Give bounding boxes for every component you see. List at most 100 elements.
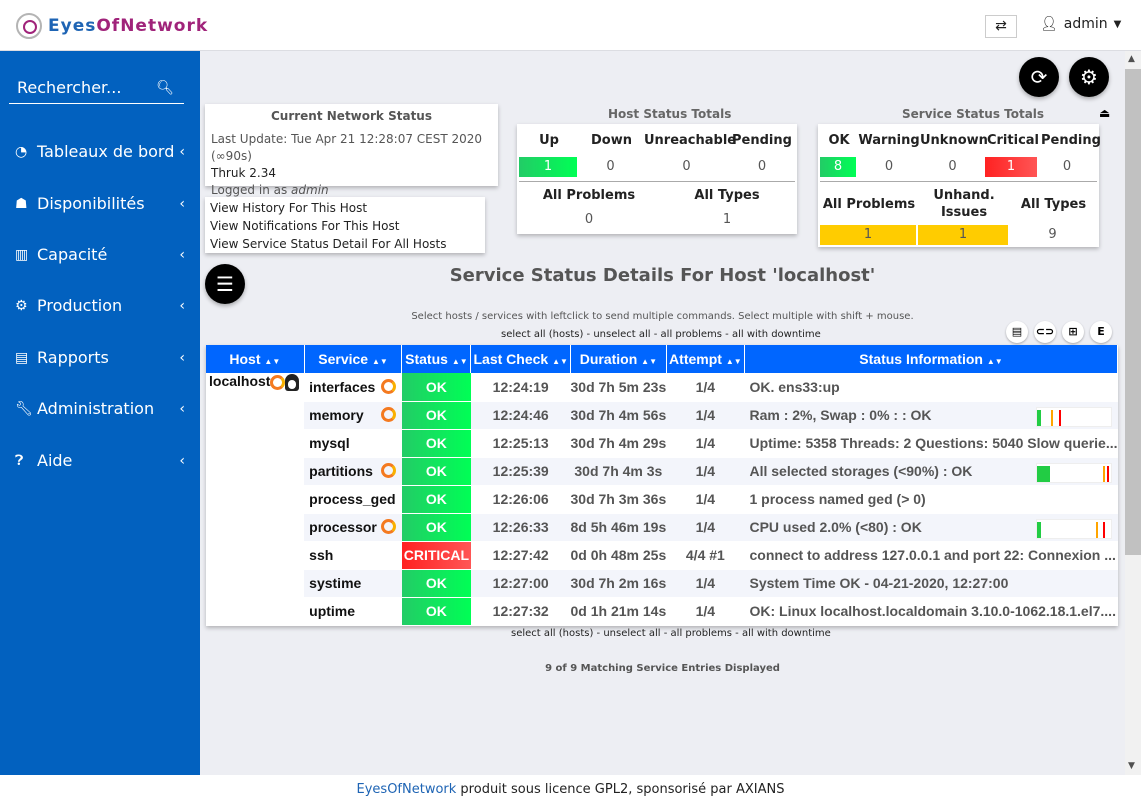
search-icon[interactable]: 🔍︎ [156,80,174,96]
col-duration[interactable]: Duration ▲▼ [570,345,667,373]
columns-icon[interactable]: ▤ [1006,321,1028,343]
value-unhandled-issues[interactable]: 1 [918,225,1008,245]
sort-icon[interactable]: ▲▼ [552,357,568,366]
sidebar-item-administration[interactable]: 🔧︎ Administration ‹ [15,399,190,418]
header-all-problems[interactable]: All Problems [820,197,918,212]
sidebar-item-availability[interactable]: ☗ Disponibilités ‹ [15,194,190,213]
service-cell[interactable]: process_ged [304,485,402,514]
value-all-types[interactable]: 9 [1008,225,1097,245]
col-attempt[interactable]: Attempt ▲▼ [666,345,745,373]
header-critical[interactable]: Critical [985,133,1041,148]
sidebar-item-production[interactable]: ⚙ Production ‹ [15,296,190,315]
service-name[interactable]: process_ged [309,491,395,507]
header-unreachable[interactable]: Unreachable [644,133,736,148]
host-name[interactable]: localhost [209,373,270,389]
service-cell[interactable]: systime [304,569,402,598]
col-host[interactable]: Host ▲▼ [206,345,305,373]
sort-icon[interactable]: ▲▼ [726,357,742,366]
link-icon[interactable]: ⊂⊃ [1034,321,1056,343]
sort-icon[interactable]: ▲▼ [987,357,1003,366]
header-unknown[interactable]: Unknown [920,133,988,148]
value-all-problems[interactable]: 1 [820,225,916,245]
header-all-types[interactable]: All Types [659,188,795,203]
table-row[interactable]: processor OK 12:26:33 8d 5h 46m 19s 1/4 CPU u… [206,513,1118,542]
service-cell[interactable]: interfaces [304,373,402,402]
value-warning[interactable]: 0 [858,157,920,177]
header-unhandled-issues[interactable]: Unhand. Issues [918,187,1010,221]
grafana-icon[interactable] [380,519,396,534]
sidebar-item-reports[interactable]: ▤ Rapports ‹ [15,348,190,367]
header-up[interactable]: Up [519,133,579,148]
service-name[interactable]: uptime [309,603,355,619]
logo[interactable]: EyesOfNetwork [16,13,208,39]
sort-icon[interactable]: ▲▼ [372,357,388,366]
table-row[interactable]: memory OK 12:24:46 30d 7h 4m 56s 1/4 Ram : 2%… [206,401,1118,430]
grafana-icon[interactable] [380,463,396,478]
col-status-information[interactable]: Status Information ▲▼ [744,345,1119,373]
header-pending[interactable]: Pending [1041,133,1101,148]
scroll-down-icon[interactable]: ▼ [1128,761,1135,771]
table-row[interactable]: partitions OK 12:25:39 30d 7h 4m 3s 1/4 All s… [206,457,1118,486]
search-input[interactable]: Rechercher... 🔍︎ [9,78,184,104]
value-unknown[interactable]: 0 [920,157,985,177]
service-name[interactable]: interfaces [309,379,375,395]
service-cell[interactable]: processor [304,513,402,542]
value-critical[interactable]: 1 [985,157,1037,177]
grafana-icon[interactable] [270,374,286,390]
col-last-check[interactable]: Last Check ▲▼ [470,345,571,373]
service-cell[interactable]: memory [304,401,402,430]
sidebar-item-help[interactable]: ❓︎ Aide ‹ [15,451,190,470]
link-view-all-hosts[interactable]: View Service Status Detail For All Hosts [210,235,480,253]
perf-bar[interactable] [1035,462,1112,483]
scrollbar-thumb[interactable] [1125,69,1141,555]
service-name[interactable]: systime [309,575,361,591]
sort-icon[interactable]: ▲▼ [641,357,657,366]
footer-brand-link[interactable]: EyesOfNetwork [357,782,457,797]
grafana-icon[interactable] [380,378,396,394]
select-links-bottom[interactable]: select all (hosts) - unselect all - all … [511,628,831,639]
service-name[interactable]: processor [309,519,377,535]
host-cell[interactable]: localhost [206,373,305,626]
swap-icon[interactable]: ⇄ [985,15,1017,38]
table-row[interactable]: process_ged OK 12:26:06 30d 7h 3m 36s 1/4 1 p… [206,485,1118,514]
service-name[interactable]: ssh [309,547,333,563]
add-screen-icon[interactable]: ⊞ [1062,321,1084,343]
perf-bar[interactable] [1035,406,1112,427]
perf-bar[interactable] [1035,518,1112,539]
header-warning[interactable]: Warning [858,133,920,148]
refresh-button[interactable]: ⟳ [1019,57,1059,97]
sidebar-item-capacity[interactable]: ▥ Capacité ‹ [15,245,190,264]
user-menu[interactable]: 👤︎ admin ▼ [1040,16,1121,32]
header-all-problems[interactable]: All Problems [519,188,659,203]
scroll-up-icon[interactable]: ▲ [1128,54,1135,64]
value-up[interactable]: 1 [519,157,577,177]
header-all-types[interactable]: All Types [1010,197,1097,212]
scrollbar[interactable]: ▲ ▼ [1125,51,1141,775]
col-service[interactable]: Service ▲▼ [304,345,403,373]
value-unreachable[interactable]: 0 [644,157,729,177]
sort-icon[interactable]: ▲▼ [452,357,468,366]
service-cell[interactable]: ssh [304,541,402,570]
select-links-top[interactable]: select all (hosts) - unselect all - all … [501,329,821,340]
link-view-notifications[interactable]: View Notifications For This Host [210,217,480,235]
grafana-icon[interactable] [380,407,396,422]
service-cell[interactable]: partitions [304,457,402,486]
service-cell[interactable]: mysql [304,429,402,458]
service-name[interactable]: partitions [309,463,373,479]
service-name[interactable]: memory [309,407,363,423]
table-row[interactable]: ssh CRITICAL 12:27:42 0d 0h 48m 25s 4/4 #1 co… [206,541,1118,570]
value-ok[interactable]: 8 [820,157,856,177]
service-cell[interactable]: uptime [304,597,402,626]
sidebar-item-dashboards[interactable]: ◔ Tableaux de bord ‹ [15,142,190,161]
table-row[interactable]: uptime OK 12:27:32 0d 1h 21m 14s 1/4 OK: Linu… [206,597,1118,626]
settings-button[interactable]: ⚙ [1069,57,1109,97]
service-name[interactable]: mysql [309,435,349,451]
sort-icon[interactable]: ▲▼ [264,357,280,366]
header-ok[interactable]: OK [820,133,858,148]
table-row[interactable]: mysql OK 12:25:13 30d 7h 4m 29s 1/4 Uptime: 5… [206,429,1118,458]
value-pending[interactable]: 0 [729,157,795,177]
header-pending[interactable]: Pending [729,133,795,148]
header-down[interactable]: Down [579,133,644,148]
value-all-problems[interactable]: 0 [519,212,659,227]
collapse-top-icon[interactable]: ⏏ [1099,106,1110,120]
